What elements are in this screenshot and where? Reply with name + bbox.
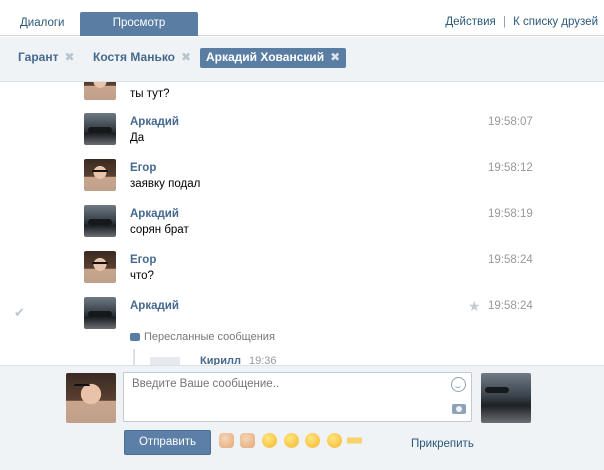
message-text: Да: [130, 132, 145, 144]
avatar[interactable]: [84, 113, 116, 145]
message-time: 19:58:12: [488, 162, 533, 174]
avatar[interactable]: [84, 251, 116, 283]
message-input[interactable]: [123, 372, 472, 422]
camera-icon[interactable]: [452, 404, 466, 414]
avatar[interactable]: [84, 82, 116, 100]
message-sender[interactable]: Аркадий: [130, 116, 179, 128]
message-item[interactable]: Аркадий сорян брат 19:58:19: [0, 205, 604, 251]
forwarded-avatar: [150, 357, 180, 365]
grinning-emoji-icon[interactable]: [305, 433, 320, 448]
message-text: заявку подал: [130, 178, 201, 190]
attach-link[interactable]: Прикрепить: [411, 438, 474, 450]
to-friends-link[interactable]: К списку друзей: [513, 16, 598, 28]
message-item[interactable]: Аркадий Да 19:58:07: [0, 113, 604, 159]
send-button[interactable]: Отправить: [124, 430, 211, 455]
message-item[interactable]: Егор заявку подал 19:58:12: [0, 159, 604, 205]
avatar[interactable]: [84, 205, 116, 237]
message-time: 19:58:19: [488, 208, 533, 220]
message-time: 19:58:24: [488, 300, 533, 312]
avatar[interactable]: [84, 297, 116, 329]
dialog-chip-label: Костя Манько: [93, 50, 176, 64]
message-time: 19:58:24: [488, 254, 533, 266]
top-links: Действия | К списку друзей: [445, 16, 598, 28]
close-icon[interactable]: ✖: [64, 48, 74, 67]
dialog-chip-label: Гарант: [18, 50, 59, 64]
message-sender[interactable]: Аркадий: [130, 208, 179, 220]
smile-icon[interactable]: [451, 377, 466, 392]
message-item[interactable]: ты тут?: [0, 82, 604, 114]
message-sender[interactable]: Егор: [130, 254, 156, 266]
forwarded-label-text: Пересланные сообщения: [144, 331, 275, 343]
actions-link[interactable]: Действия: [445, 16, 495, 28]
my-avatar[interactable]: [66, 373, 116, 423]
compose-panel: Отправить Прикрепить: [0, 365, 604, 470]
dialog-chip-arkadiy-active[interactable]: Аркадий Хованский ✖: [200, 48, 347, 68]
peer-avatar[interactable]: [481, 373, 531, 423]
tab-dialogs[interactable]: Диалоги: [12, 13, 72, 36]
top-tab-bar: Диалоги Просмотр диалогов Действия | К с…: [0, 0, 604, 52]
message-text: что?: [130, 270, 154, 282]
top-links-separator: |: [502, 16, 506, 28]
message-time: 19:58:07: [488, 116, 533, 128]
forwarded-sender[interactable]: Кирилл: [200, 355, 241, 365]
tab-view-dialogs[interactable]: Просмотр диалогов: [80, 12, 198, 52]
dialog-chip-label: Аркадий Хованский: [206, 50, 325, 64]
message-item[interactable]: ✔ Аркадий ★ 19:58:24 Пересланные сообщен…: [0, 297, 604, 365]
star-icon[interactable]: ★: [468, 298, 481, 315]
ok-hand-emoji-icon[interactable]: [240, 433, 255, 448]
dialog-chip-kostya[interactable]: Костя Манько ✖: [87, 48, 197, 68]
message-item[interactable]: Егор что? 19:58:24: [0, 251, 604, 297]
champagne-glass-emoji-icon[interactable]: [347, 433, 362, 448]
forwarded-time: 19:36: [249, 355, 277, 365]
message-text: ты тут?: [130, 88, 170, 100]
smiling-emoji-icon[interactable]: [327, 433, 342, 448]
dialog-chip-garant[interactable]: Гарант ✖: [12, 48, 81, 68]
forwarded-messages-label: Пересланные сообщения: [130, 331, 275, 343]
winking-emoji-icon[interactable]: [284, 433, 299, 448]
message-text: сорян брат: [130, 224, 189, 236]
close-icon[interactable]: ✖: [181, 48, 191, 67]
speech-bubble-icon: [130, 333, 140, 341]
message-history[interactable]: ты тут? Аркадий Да 19:58:07 Егор заявку …: [0, 82, 604, 365]
open-dialogs-bar: Гарант ✖ Костя Манько ✖ Аркадий Хованский ✖: [0, 37, 604, 82]
message-sender[interactable]: Аркадий: [130, 300, 179, 312]
avatar[interactable]: [84, 159, 116, 191]
check-icon[interactable]: ✔: [14, 305, 25, 321]
laughing-emoji-icon[interactable]: [262, 433, 277, 448]
close-icon[interactable]: ✖: [330, 48, 340, 67]
forwarded-quote-line: [133, 349, 135, 365]
thumbs-down-emoji-icon[interactable]: [219, 433, 234, 448]
message-sender[interactable]: Егор: [130, 162, 156, 174]
